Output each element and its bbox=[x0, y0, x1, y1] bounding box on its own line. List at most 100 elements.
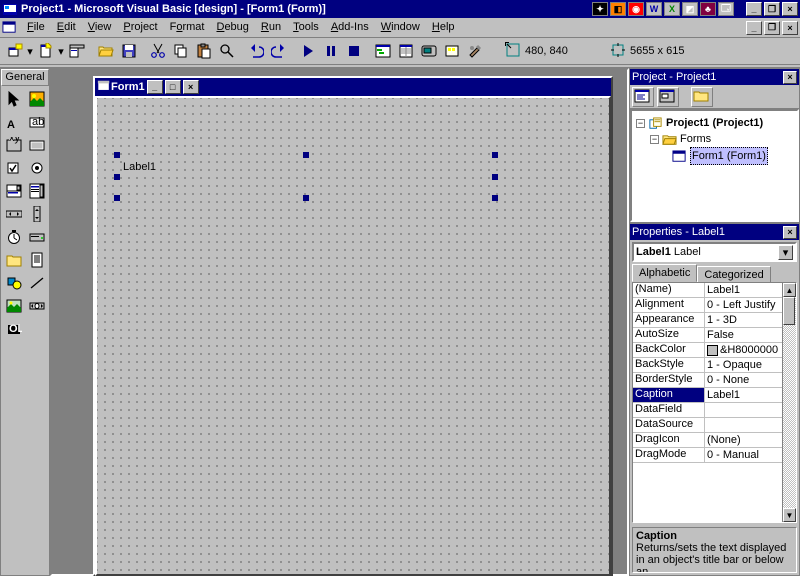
menu-window[interactable]: Window bbox=[375, 20, 426, 35]
tray-word-icon[interactable]: W bbox=[646, 2, 662, 16]
tool-picturebox[interactable] bbox=[26, 88, 48, 110]
properties-panel-close-button[interactable]: × bbox=[783, 226, 797, 239]
copy-button[interactable] bbox=[169, 40, 192, 62]
property-value[interactable] bbox=[705, 418, 782, 432]
property-row[interactable]: Appearance1 - 3D bbox=[633, 313, 782, 328]
property-row[interactable]: DragMode0 - Manual bbox=[633, 448, 782, 463]
project-tree[interactable]: − Project1 (Project1) − Forms Form1 (For… bbox=[630, 109, 799, 222]
add-project-button[interactable] bbox=[3, 40, 26, 62]
cut-button[interactable] bbox=[146, 40, 169, 62]
tool-dirlistbox[interactable] bbox=[3, 249, 25, 271]
resize-handle-n[interactable] bbox=[303, 152, 309, 158]
property-value[interactable]: False bbox=[705, 328, 782, 342]
tray-icon[interactable]: ◧ bbox=[610, 2, 626, 16]
expander-icon[interactable]: − bbox=[636, 119, 645, 128]
property-value[interactable]: (None) bbox=[705, 433, 782, 447]
property-row[interactable]: DragIcon(None) bbox=[633, 433, 782, 448]
app-close-button[interactable]: × bbox=[782, 2, 798, 16]
tool-label[interactable]: A bbox=[3, 111, 25, 133]
property-row[interactable]: BorderStyle0 - None bbox=[633, 373, 782, 388]
add-item-button[interactable] bbox=[34, 40, 57, 62]
menu-debug[interactable]: Debug bbox=[210, 20, 254, 35]
property-row[interactable]: DataField bbox=[633, 403, 782, 418]
toggle-folders-button[interactable] bbox=[691, 87, 713, 107]
properties-grid[interactable]: (Name)Label1Alignment0 - Left JustifyApp… bbox=[632, 282, 797, 523]
tray-icon[interactable]: ✦ bbox=[592, 2, 608, 16]
object-browser-button[interactable] bbox=[440, 40, 463, 62]
property-value[interactable]: &H8000000 bbox=[705, 343, 782, 357]
property-row[interactable]: DataSource bbox=[633, 418, 782, 433]
property-value[interactable]: 0 - None bbox=[705, 373, 782, 387]
toolbox-tab-general[interactable]: General bbox=[1, 69, 49, 86]
property-value[interactable]: Label1 bbox=[705, 283, 782, 297]
property-value[interactable]: 0 - Manual bbox=[705, 448, 782, 462]
scrollbar-thumb[interactable] bbox=[783, 297, 795, 325]
resize-handle-e[interactable] bbox=[492, 174, 498, 180]
tool-combobox[interactable] bbox=[3, 180, 25, 202]
start-button[interactable] bbox=[296, 40, 319, 62]
open-button[interactable] bbox=[94, 40, 117, 62]
tray-icon[interactable]: ♣ bbox=[700, 2, 716, 16]
resize-handle-se[interactable] bbox=[492, 195, 498, 201]
scroll-down-button[interactable]: ▼ bbox=[783, 508, 796, 522]
tool-line[interactable] bbox=[26, 272, 48, 294]
app-minimize-button[interactable]: _ bbox=[746, 2, 762, 16]
paste-button[interactable] bbox=[192, 40, 215, 62]
menu-addins[interactable]: Add-Ins bbox=[325, 20, 375, 35]
form-design-surface[interactable]: Label1 bbox=[95, 96, 611, 576]
resize-handle-s[interactable] bbox=[303, 195, 309, 201]
add-item-dropdown[interactable]: ▾ bbox=[57, 45, 65, 58]
menu-format[interactable]: Format bbox=[164, 20, 211, 35]
chevron-down-icon[interactable]: ▾ bbox=[778, 245, 793, 260]
object-combobox[interactable]: Label1 Label ▾ bbox=[632, 242, 797, 262]
tool-vscrollbar[interactable] bbox=[26, 203, 48, 225]
properties-scrollbar[interactable]: ▲ ▼ bbox=[782, 283, 796, 522]
tool-listbox[interactable] bbox=[26, 180, 48, 202]
find-button[interactable] bbox=[215, 40, 238, 62]
menu-file[interactable]: File bbox=[21, 20, 51, 35]
tool-pointer[interactable] bbox=[3, 88, 25, 110]
property-row[interactable]: CaptionLabel1 bbox=[633, 388, 782, 403]
form-minimize-button[interactable]: _ bbox=[147, 80, 163, 94]
project-panel-close-button[interactable]: × bbox=[783, 71, 797, 84]
property-value[interactable]: Label1 bbox=[705, 388, 782, 402]
tab-alphabetic[interactable]: Alphabetic bbox=[632, 264, 697, 282]
menu-run[interactable]: Run bbox=[255, 20, 287, 35]
mdi-close-button[interactable]: × bbox=[782, 21, 798, 35]
form-designer-window[interactable]: Form1 _ □ × Label1 bbox=[93, 76, 613, 576]
form-layout-button[interactable] bbox=[417, 40, 440, 62]
mdi-system-icon[interactable] bbox=[2, 20, 17, 35]
scroll-up-button[interactable]: ▲ bbox=[783, 283, 796, 297]
tool-checkbox[interactable] bbox=[3, 157, 25, 179]
property-row[interactable]: Alignment0 - Left Justify bbox=[633, 298, 782, 313]
tool-frame[interactable]: xy bbox=[3, 134, 25, 156]
resize-handle-sw[interactable] bbox=[114, 195, 120, 201]
tool-image[interactable] bbox=[3, 295, 25, 317]
properties-window-button[interactable] bbox=[394, 40, 417, 62]
tool-filelistbox[interactable] bbox=[26, 249, 48, 271]
add-project-dropdown[interactable]: ▾ bbox=[26, 45, 34, 58]
property-value[interactable] bbox=[705, 403, 782, 417]
view-code-button[interactable] bbox=[632, 87, 654, 107]
menu-edit[interactable]: Edit bbox=[51, 20, 82, 35]
resize-handle-nw[interactable] bbox=[114, 152, 120, 158]
tool-drivelistbox[interactable] bbox=[26, 226, 48, 248]
app-maximize-button[interactable]: ❐ bbox=[764, 2, 780, 16]
menu-view[interactable]: View bbox=[82, 20, 118, 35]
form-maximize-button[interactable]: □ bbox=[165, 80, 181, 94]
tree-root[interactable]: − Project1 (Project1) bbox=[636, 115, 793, 131]
menu-editor-button[interactable] bbox=[65, 40, 88, 62]
property-value[interactable]: 1 - 3D bbox=[705, 313, 782, 327]
resize-handle-ne[interactable] bbox=[492, 152, 498, 158]
redo-button[interactable] bbox=[267, 40, 290, 62]
toolbox-button[interactable] bbox=[463, 40, 486, 62]
undo-button[interactable] bbox=[244, 40, 267, 62]
label-control[interactable]: Label1 bbox=[117, 155, 495, 198]
tool-textbox[interactable]: ab| bbox=[26, 111, 48, 133]
menu-tools[interactable]: Tools bbox=[287, 20, 325, 35]
tool-commandbutton[interactable] bbox=[26, 134, 48, 156]
mdi-restore-button[interactable]: ❐ bbox=[764, 21, 780, 35]
tree-folder[interactable]: − Forms bbox=[636, 131, 793, 147]
tool-ole[interactable]: OLE bbox=[3, 318, 25, 340]
property-row[interactable]: (Name)Label1 bbox=[633, 283, 782, 298]
